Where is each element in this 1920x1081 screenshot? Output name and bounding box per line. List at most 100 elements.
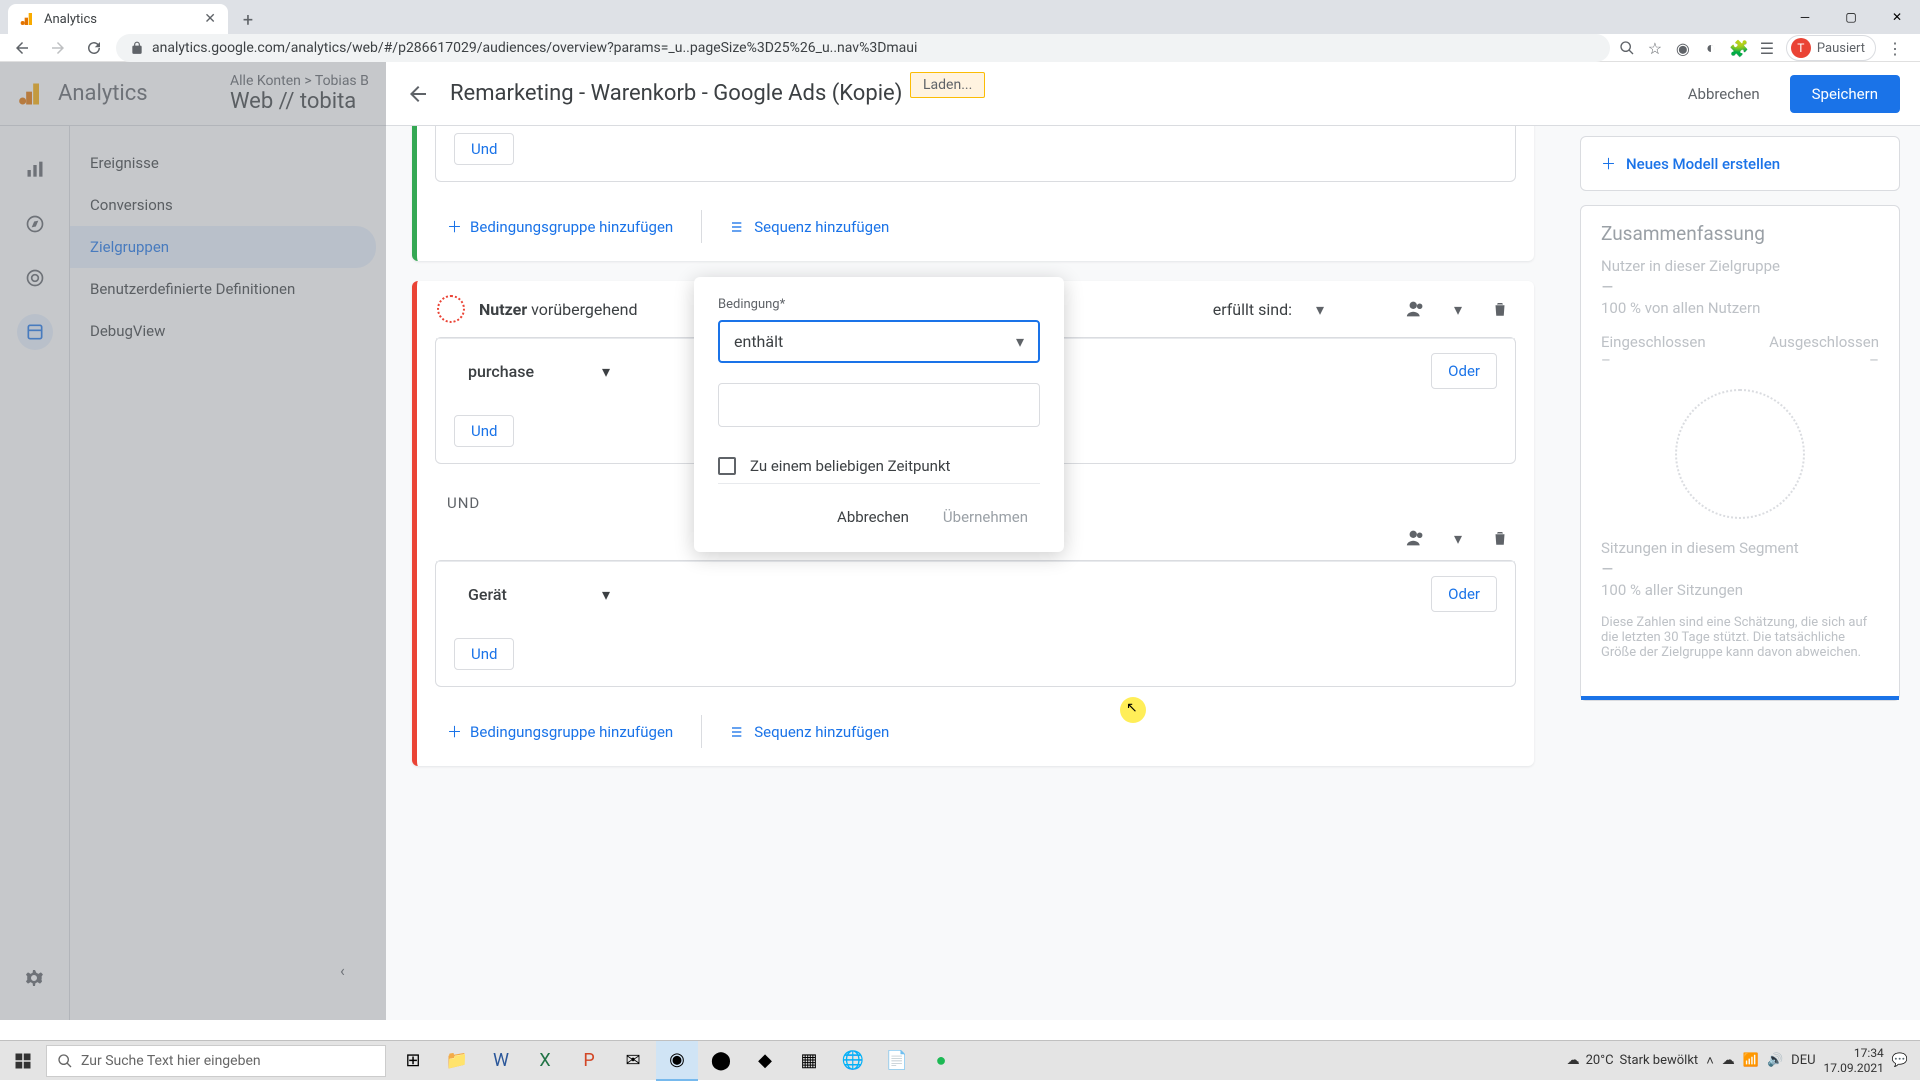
analytics-favicon (20, 11, 36, 27)
operator-select[interactable]: enthält ▾ (718, 320, 1040, 363)
reload-button[interactable] (80, 34, 108, 62)
condition-filter-popup: Bedingung* enthält ▾ Zu einem beliebigen… (694, 277, 1064, 552)
panel-back-icon[interactable] (406, 82, 430, 106)
close-window-button[interactable]: ✕ (1874, 0, 1920, 34)
builder-sidebar: ＋ Neues Modell erstellen Zusammenfassung… (1560, 126, 1920, 1020)
builder-main: Und ＋ Bedingungsgruppe hinzufügen Sequen… (386, 126, 1560, 1020)
popup-cancel-button[interactable]: Abbrechen (825, 500, 921, 534)
scope-dropdown-icon[interactable]: ▾ (1306, 295, 1334, 323)
profile-avatar: T (1791, 38, 1811, 58)
delete-group-icon[interactable] (1486, 295, 1514, 323)
parameter-select-device[interactable]: Gerät ▾ (454, 577, 624, 612)
people-icon-2[interactable] (1402, 524, 1430, 552)
add-sequence-button[interactable]: Sequenz hinzufügen (722, 210, 897, 243)
cursor-icon: ↖ (1126, 700, 1138, 716)
sequence-icon (730, 219, 746, 235)
new-model-card: ＋ Neues Modell erstellen (1580, 136, 1900, 191)
extension-icon-1[interactable]: ◉ (1674, 39, 1692, 57)
taskbar-apps: ⊞ 📁 W X P ✉ ◉ ⬤ ◆ ▦ 🌐 📄 ● (392, 1041, 962, 1081)
maximize-button[interactable]: ▢ (1828, 0, 1874, 34)
powerpoint-icon[interactable]: P (568, 1041, 610, 1081)
obs-icon[interactable]: ⬤ (700, 1041, 742, 1081)
kebab-menu-icon[interactable]: ⋮ (1886, 39, 1904, 57)
profile-status: Pausiert (1817, 41, 1865, 56)
spotify-icon[interactable]: ● (920, 1041, 962, 1081)
toolbar-icons: ☆ ◉ ◐ 🧩 ☰ T Pausiert ⋮ (1618, 35, 1912, 61)
word-icon[interactable]: W (480, 1041, 522, 1081)
parameter-select-purchase[interactable]: purchase ▾ (454, 354, 624, 389)
panel-save-button[interactable]: Speichern (1790, 75, 1900, 113)
scope-chevron-icon[interactable]: ▾ (1444, 295, 1472, 323)
browser-tab[interactable]: Analytics ✕ (8, 4, 228, 34)
popup-apply-button[interactable]: Übernehmen (931, 500, 1040, 534)
add-condition-group-button[interactable]: ＋ Bedingungsgruppe hinzufügen (439, 210, 681, 243)
panel-header: Remarketing - Warenkorb - Google Ads (Ko… (386, 62, 1920, 126)
plus-icon: ＋ (1601, 153, 1616, 174)
or-button-2[interactable]: Oder (1431, 576, 1497, 612)
task-view-icon[interactable]: ⊞ (392, 1041, 434, 1081)
language-indicator[interactable]: DEU (1791, 1053, 1815, 1068)
system-tray: ☁ 20°C Stark bewölkt ˄ ☁ 📶 🔊 DEU 17:34 1… (1567, 1046, 1920, 1075)
clock[interactable]: 17:34 17.09.2021 (1824, 1046, 1884, 1075)
profile-badge[interactable]: T Pausiert (1786, 35, 1876, 61)
add-condition-group-button-2[interactable]: ＋ Bedingungsgruppe hinzufügen (439, 715, 681, 748)
audience-builder: Und ＋ Bedingungsgruppe hinzufügen Sequen… (386, 126, 1920, 1020)
app-icon-1[interactable]: ◆ (744, 1041, 786, 1081)
forward-button[interactable] (44, 34, 72, 62)
summary-card: Zusammenfassung Nutzer in dieser Zielgru… (1580, 205, 1900, 701)
scope-chevron-icon-2[interactable]: ▾ (1444, 524, 1472, 552)
notifications-icon[interactable]: 💬 (1892, 1053, 1908, 1068)
back-button[interactable] (8, 34, 36, 62)
extensions-puzzle-icon[interactable]: 🧩 (1730, 39, 1748, 57)
start-button[interactable] (0, 1041, 46, 1081)
notepad-icon[interactable]: 📄 (876, 1041, 918, 1081)
weather-widget[interactable]: ☁ 20°C Stark bewölkt (1567, 1053, 1699, 1068)
url-field[interactable]: analytics.google.com/analytics/web/#/p28… (116, 34, 1610, 62)
and-button-2[interactable]: Und (454, 415, 514, 447)
mail-icon[interactable]: ✉ (612, 1041, 654, 1081)
minimize-button[interactable]: ─ (1782, 0, 1828, 34)
volume-icon[interactable]: 🔊 (1767, 1053, 1783, 1068)
add-sequence-button-2[interactable]: Sequenz hinzufügen (722, 715, 897, 748)
panel-title: Remarketing - Warenkorb - Google Ads (Ko… (450, 81, 902, 106)
tab-close-icon[interactable]: ✕ (204, 11, 216, 27)
address-bar: analytics.google.com/analytics/web/#/p28… (0, 34, 1920, 62)
summary-title: Zusammenfassung (1601, 222, 1879, 245)
people-icon[interactable] (1402, 295, 1430, 323)
tray-chevron-icon[interactable]: ˄ (1706, 1053, 1714, 1069)
chevron-down-icon: ▾ (602, 585, 610, 604)
condition-row-device: Gerät ▾ Oder (436, 561, 1515, 626)
anytime-checkbox-row[interactable]: Zu einem beliebigen Zeitpunkt (718, 449, 1040, 484)
loading-badge: Laden... (910, 72, 985, 98)
include-group: Und ＋ Bedingungsgruppe hinzufügen Sequen… (412, 126, 1534, 261)
and-button[interactable]: Und (454, 133, 514, 165)
url-text: analytics.google.com/analytics/web/#/p28… (152, 40, 917, 56)
analytics-app: Analytics Alle Konten > Tobias B Web // … (0, 62, 1920, 1020)
browser-chrome: Analytics ✕ + ─ ▢ ✕ analytics.google.com… (0, 0, 1920, 62)
tab-title: Analytics (44, 12, 97, 27)
or-button[interactable]: Oder (1431, 353, 1497, 389)
lock-icon (130, 41, 144, 55)
app-icon-2[interactable]: ▦ (788, 1041, 830, 1081)
bookmark-star-icon[interactable]: ☆ (1646, 39, 1664, 57)
filter-value-input[interactable] (718, 383, 1040, 427)
onedrive-icon[interactable]: ☁ (1722, 1053, 1735, 1068)
delete-subgroup-icon[interactable] (1486, 524, 1514, 552)
new-model-link[interactable]: ＋ Neues Modell erstellen (1601, 153, 1879, 174)
tab-bar: Analytics ✕ + ─ ▢ ✕ (0, 0, 1920, 34)
edge-icon[interactable]: 🌐 (832, 1041, 874, 1081)
new-tab-button[interactable]: + (234, 6, 262, 34)
modal-scrim (0, 62, 386, 1020)
and-button-3[interactable]: Und (454, 638, 514, 670)
file-explorer-icon[interactable]: 📁 (436, 1041, 478, 1081)
checkbox-icon[interactable] (718, 457, 736, 475)
wifi-icon[interactable]: 📶 (1743, 1053, 1759, 1068)
chrome-icon[interactable]: ◉ (656, 1041, 698, 1081)
taskbar-search[interactable]: Zur Suche Text hier eingeben (46, 1045, 386, 1077)
venn-placeholder (1675, 389, 1805, 519)
excel-icon[interactable]: X (524, 1041, 566, 1081)
reading-list-icon[interactable]: ☰ (1758, 39, 1776, 57)
zoom-icon[interactable] (1618, 39, 1636, 57)
panel-cancel-button[interactable]: Abbrechen (1674, 77, 1774, 111)
extension-icon-2[interactable]: ◐ (1702, 39, 1720, 57)
